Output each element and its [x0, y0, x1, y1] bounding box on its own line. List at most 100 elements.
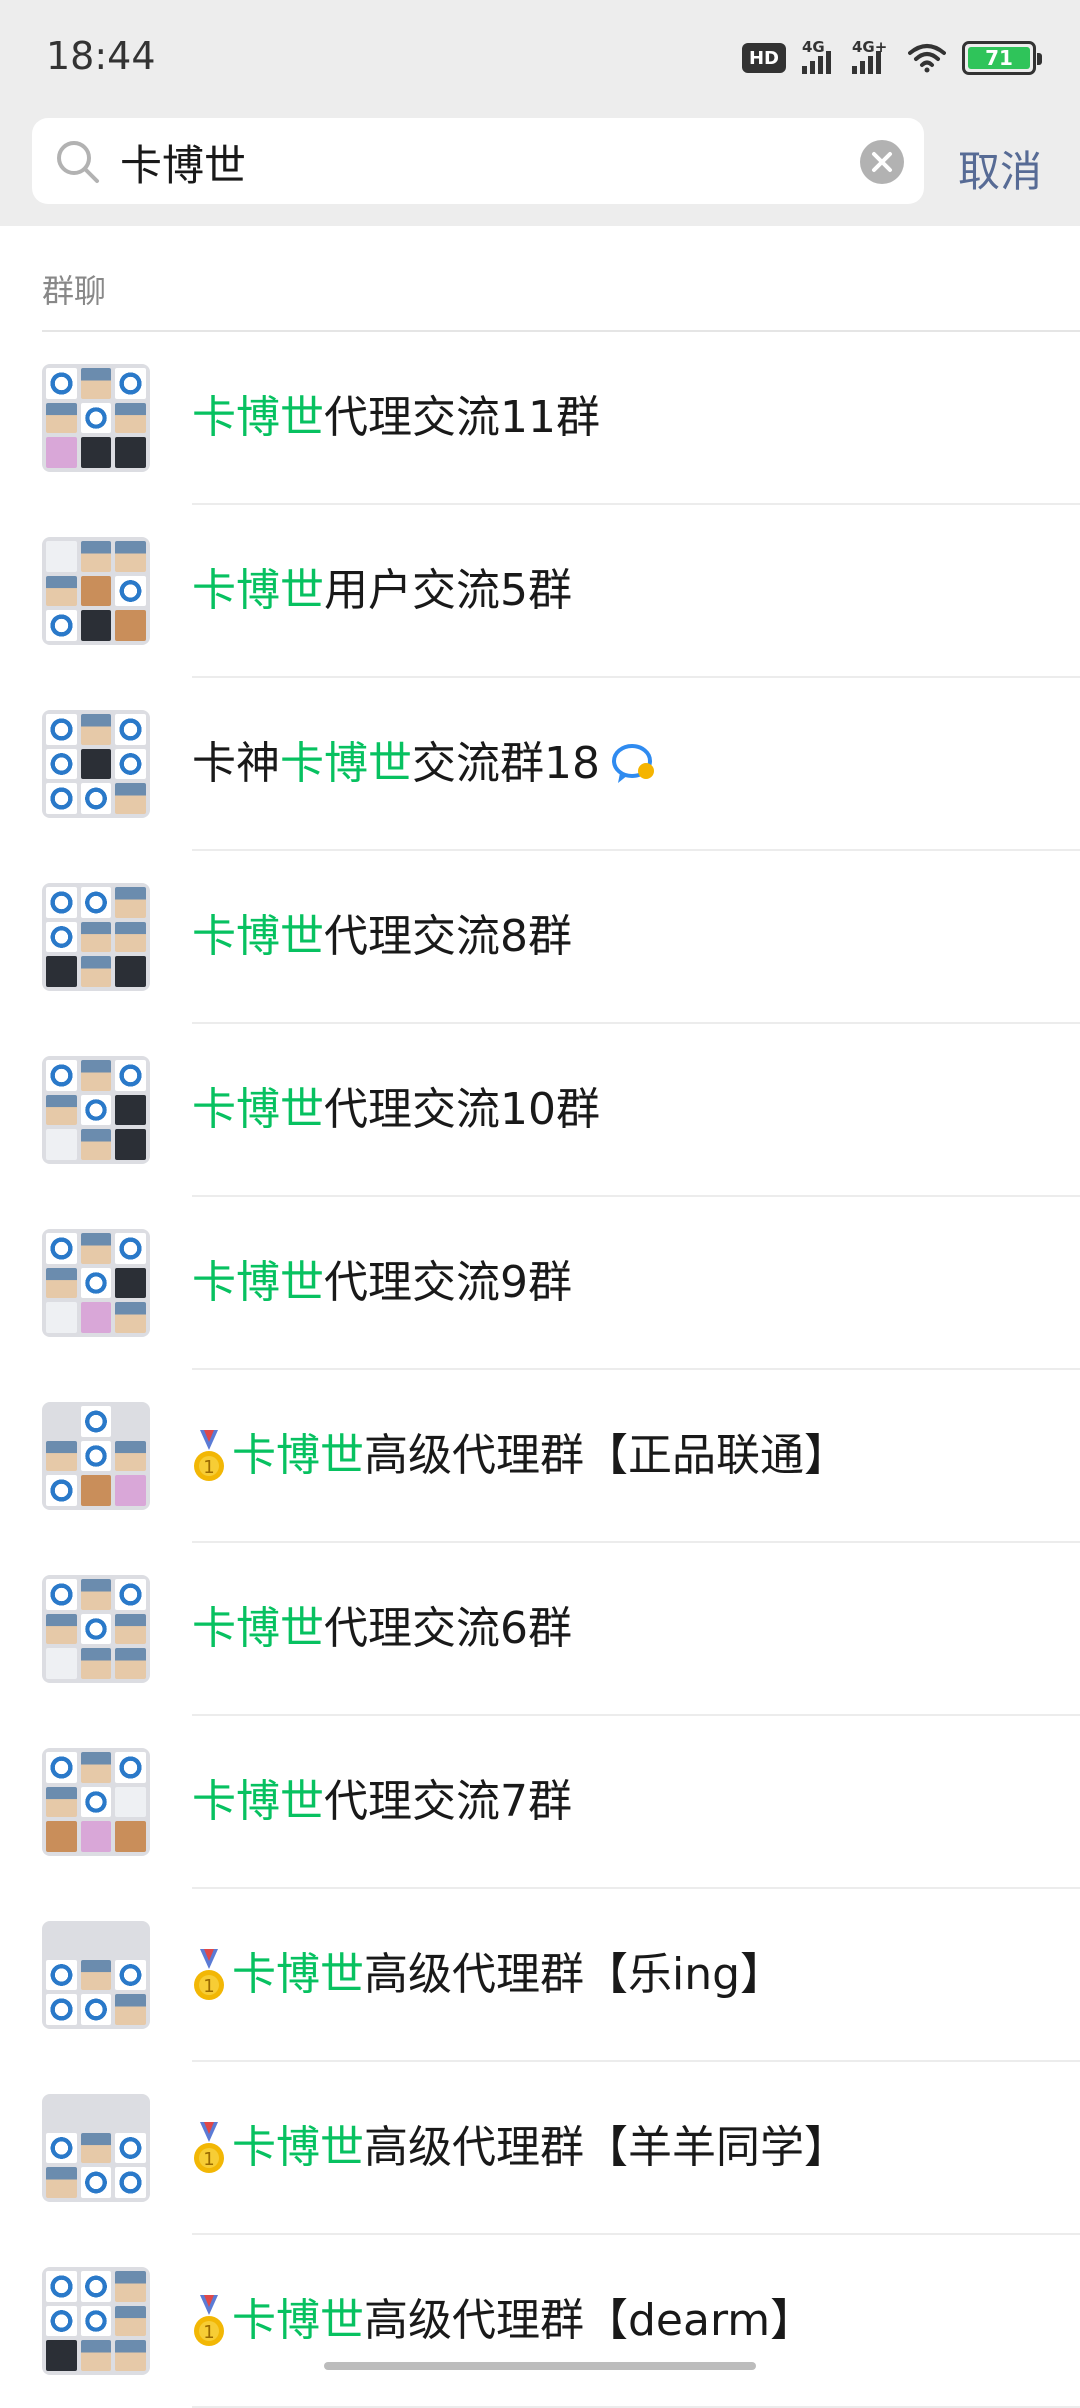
avatar-tile — [115, 1648, 146, 1679]
group-chat-item[interactable]: 1 卡博世 高级代理群【dearm】 — [0, 2235, 1080, 2408]
avatar-tile — [46, 1786, 77, 1818]
avatar-tile — [46, 610, 77, 641]
avatar-tile — [115, 1267, 146, 1299]
avatar-tile — [80, 1994, 112, 2025]
avatar-tile — [80, 1752, 112, 1783]
avatar-tile — [115, 2305, 146, 2337]
avatar-tile — [80, 1786, 112, 1818]
avatar-tile — [81, 2098, 112, 2129]
medal-icon: 1 — [194, 2122, 224, 2173]
avatar-tile — [46, 541, 77, 572]
cancel-button[interactable]: 取消 — [958, 138, 1042, 199]
search-input[interactable] — [118, 118, 882, 206]
avatar-tile — [115, 368, 146, 399]
avatar-tile — [115, 921, 146, 953]
search-box[interactable] — [32, 118, 924, 206]
group-avatar — [42, 2094, 150, 2202]
avatar-tile — [115, 402, 146, 434]
group-chat-item[interactable]: 1 卡博世 高级代理群【正品联通】 — [0, 1370, 1080, 1543]
medal-icon: 1 — [194, 2295, 224, 2346]
group-name: 卡博世 代理交流8群 — [192, 905, 572, 969]
signal-icon: 4G+ — [852, 38, 892, 74]
group-name-suffix: 高级代理群【乐ing】 — [364, 1949, 785, 2000]
avatar-tile — [46, 714, 77, 745]
avatar-tile — [46, 1959, 77, 1991]
group-chat-item[interactable]: 1 卡博世 高级代理群【乐ing】 — [0, 1889, 1080, 2062]
avatar-tile — [80, 887, 112, 918]
avatar-tile — [115, 2098, 146, 2129]
avatar-tile — [80, 437, 112, 468]
signal-label: 4G+ — [852, 38, 888, 56]
group-name-suffix: 代理交流11群 — [324, 392, 600, 443]
avatar-tile — [115, 1752, 146, 1783]
section-header: 群聊 — [0, 226, 1080, 332]
home-indicator[interactable] — [324, 2362, 756, 2370]
group-chat-item[interactable]: 卡博世 代理交流11群 — [0, 332, 1080, 505]
search-bar: 取消 — [0, 112, 1080, 226]
clear-icon[interactable] — [860, 140, 904, 184]
group-name-match: 卡博世 — [192, 392, 324, 443]
group-chat-item[interactable]: 卡博世 代理交流7群 — [0, 1716, 1080, 1889]
avatar-tile — [46, 1613, 77, 1645]
avatar-tile — [115, 1475, 146, 1506]
avatar-tile — [80, 1406, 112, 1437]
avatar-tile — [115, 1925, 146, 1956]
status-icons: HD 4G 4G+ 71 — [742, 38, 1042, 78]
avatar-tile — [115, 887, 146, 918]
group-name-match: 卡博世 — [232, 1949, 364, 2000]
section-title: 群聊 — [42, 272, 107, 310]
signal-label: 4G — [802, 38, 825, 56]
group-avatar — [42, 2267, 150, 2375]
avatar-tile — [46, 437, 77, 468]
group-name-match: 卡博世 — [280, 738, 412, 789]
group-chat-item[interactable]: 卡博世 代理交流8群 — [0, 851, 1080, 1024]
battery-icon: 71 — [962, 41, 1042, 75]
avatar-tile — [46, 2098, 77, 2129]
group-chat-item[interactable]: 卡博世 代理交流10群 — [0, 1024, 1080, 1197]
group-chat-item[interactable]: 1 卡博世 高级代理群【羊羊同学】 — [0, 2062, 1080, 2235]
signal-icon: 4G — [802, 38, 836, 74]
avatar-tile — [80, 541, 112, 572]
avatar-tile — [80, 1094, 112, 1126]
group-name-suffix: 高级代理群【正品联通】 — [364, 1430, 848, 1481]
avatar-tile — [80, 921, 112, 953]
group-chat-item[interactable]: 卡博世 代理交流9群 — [0, 1197, 1080, 1370]
avatar-tile — [80, 1129, 112, 1160]
group-name-match: 卡博世 — [192, 1084, 324, 1135]
avatar-tile — [80, 2340, 112, 2371]
avatar-tile — [46, 1925, 77, 1956]
avatar-tile — [80, 2271, 112, 2302]
avatar-tile — [115, 1994, 146, 2025]
avatar-tile — [80, 1579, 112, 1610]
group-chat-item[interactable]: 卡博世 代理交流6群 — [0, 1543, 1080, 1716]
group-name-suffix: 代理交流7群 — [324, 1776, 572, 1827]
group-name-suffix: 代理交流8群 — [324, 911, 572, 962]
group-name-match: 卡博世 — [232, 1430, 364, 1481]
avatar-tile — [80, 1267, 112, 1299]
group-chat-item[interactable]: 卡博世 用户交流5群 — [0, 505, 1080, 678]
avatar-tile — [46, 2340, 77, 2371]
avatar-tile — [115, 1959, 146, 1991]
avatar-tile — [115, 1129, 146, 1160]
group-avatar — [42, 883, 150, 991]
result-list: 卡博世 代理交流11群 卡博世 用户交流5群 卡神 卡博世 交流群18 卡博世 代理交流8群 卡博… — [0, 332, 1080, 2408]
avatar-tile — [80, 2167, 112, 2198]
avatar-tile — [80, 402, 112, 434]
avatar-tile — [115, 575, 146, 607]
group-chat-item[interactable]: 卡神 卡博世 交流群18 — [0, 678, 1080, 851]
group-avatar — [42, 1921, 150, 2029]
avatar-tile — [115, 2132, 146, 2164]
avatar-tile — [46, 956, 77, 987]
avatar-tile — [80, 956, 112, 987]
avatar-tile — [46, 783, 77, 814]
group-avatar — [42, 364, 150, 472]
group-name-match: 卡博世 — [192, 565, 324, 616]
avatar-tile — [80, 2132, 112, 2164]
avatar-tile — [81, 1925, 112, 1956]
avatar-tile — [115, 1786, 146, 1818]
avatar-tile — [46, 1094, 77, 1126]
battery-level: 71 — [968, 46, 1030, 70]
avatar-tile — [80, 1475, 112, 1506]
avatar-tile — [46, 1475, 77, 1506]
avatar-tile — [46, 1302, 77, 1333]
